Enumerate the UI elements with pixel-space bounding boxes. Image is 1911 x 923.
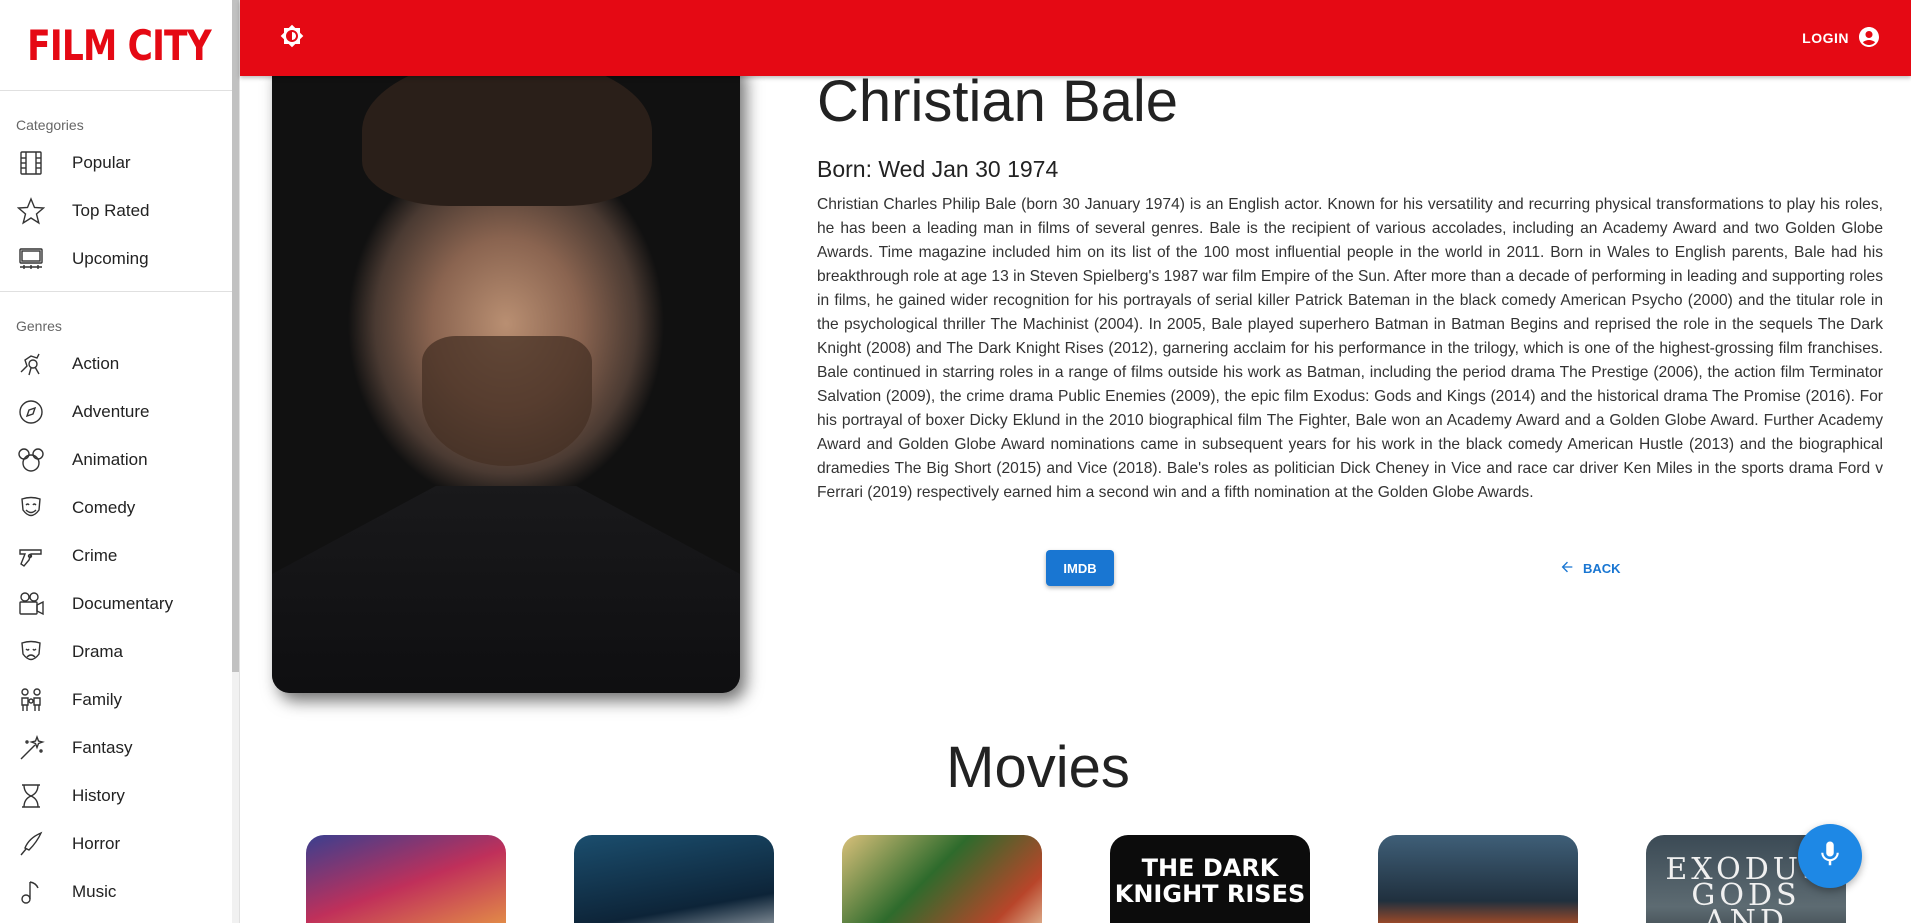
app-logo[interactable]: FILM CITY [28, 21, 213, 70]
genres-heading: Genres [16, 318, 62, 334]
genre-item-label: History [72, 786, 125, 805]
actor-name: Christian Bale [817, 76, 1179, 134]
back-label: BACK [1583, 560, 1621, 576]
categories-heading: Categories [16, 117, 84, 133]
movie-poster[interactable] [1378, 835, 1578, 923]
category-item-label: Popular [72, 153, 131, 172]
microphone-icon [1815, 839, 1845, 874]
sidebar-scrollbar[interactable] [232, 0, 239, 923]
category-item-label: Upcoming [72, 249, 149, 268]
logo-container: FILM CITY [0, 0, 239, 91]
movie-poster[interactable]: THE DARK KNIGHT RISES [1110, 835, 1310, 923]
genre-item-drama[interactable]: Drama [0, 628, 239, 676]
genre-item-history[interactable]: History [0, 772, 239, 820]
top-app-bar: LOGIN [240, 0, 1911, 76]
login-label: LOGIN [1802, 30, 1849, 46]
genre-item-family[interactable]: Family [0, 676, 239, 724]
genre-item-label: Fantasy [72, 738, 133, 757]
main-content: Christian Bale Born: Wed Jan 30 1974 Chr… [240, 76, 1911, 923]
sidebar: FILM CITY Categories Popular Top Rated Upc… [0, 0, 240, 923]
genre-item-action[interactable]: Action [0, 340, 239, 388]
genre-item-fantasy[interactable]: Fantasy [0, 724, 239, 772]
photo-hair-shape [362, 76, 652, 206]
compass-icon [16, 397, 46, 427]
arrow-back-icon [1559, 559, 1583, 578]
genre-item-label: Crime [72, 546, 118, 565]
music-note-icon [16, 877, 46, 907]
genre-item-label: Music [72, 882, 117, 901]
actor-photo [272, 76, 740, 693]
movie-poster-title: THE DARK KNIGHT RISES [1114, 854, 1306, 908]
genre-item-crime[interactable]: Crime [0, 532, 239, 580]
magic-wand-icon [16, 733, 46, 763]
movie-poster[interactable] [842, 835, 1042, 923]
genre-item-label: Family [72, 690, 123, 709]
genre-item-label: Animation [72, 450, 148, 469]
genre-item-label: Comedy [72, 498, 136, 517]
movies-poster-row: THE DARK KNIGHT RISESEXODUS GODS AND KIN… [306, 835, 1846, 923]
actor-birthdate: Born: Wed Jan 30 1974 [817, 156, 1059, 182]
login-button[interactable]: LOGIN [1802, 25, 1881, 52]
back-button[interactable]: BACK [1559, 550, 1621, 586]
movies-heading: Movies [946, 735, 1130, 800]
genre-item-adventure[interactable]: Adventure [0, 388, 239, 436]
genre-item-label: Drama [72, 642, 124, 661]
genres-list: Action Adventure Animation Comedy Crime Docum… [0, 340, 239, 916]
sidebar-scrollbar-thumb[interactable] [232, 0, 239, 672]
knife-icon [16, 829, 46, 859]
genre-item-animation[interactable]: Animation [0, 436, 239, 484]
film-icon [16, 148, 46, 178]
mouse-ears-icon [16, 445, 46, 475]
action-buttons: IMDB BACK [817, 550, 1883, 610]
account-circle-icon [1849, 25, 1881, 52]
genre-item-music[interactable]: Music [0, 868, 239, 916]
theme-toggle-button[interactable] [278, 24, 306, 52]
genre-item-comedy[interactable]: Comedy [0, 484, 239, 532]
photo-shirt-shape [272, 486, 740, 693]
comedy-mask-icon [16, 493, 46, 523]
category-item-top-rated[interactable]: Top Rated [0, 187, 239, 235]
photo-beard-shape [422, 336, 592, 466]
genre-item-label: Horror [72, 834, 121, 853]
camera-icon [16, 589, 46, 619]
actor-info: Christian Bale Born: Wed Jan 30 1974 Chr… [817, 76, 1883, 610]
star-icon [16, 196, 46, 226]
category-item-popular[interactable]: Popular [0, 139, 239, 187]
category-item-upcoming[interactable]: Upcoming [0, 235, 239, 283]
genre-item-horror[interactable]: Horror [0, 820, 239, 868]
brightness-icon [280, 24, 304, 53]
sidebar-divider [0, 291, 239, 292]
voice-search-button[interactable] [1798, 824, 1862, 888]
hourglass-icon [16, 781, 46, 811]
action-icon [16, 349, 46, 379]
movie-poster[interactable] [574, 835, 774, 923]
gun-icon [16, 541, 46, 571]
theater-icon [16, 244, 46, 274]
genre-item-label: Action [72, 354, 120, 373]
genre-item-documentary[interactable]: Documentary [0, 580, 239, 628]
category-item-label: Top Rated [72, 201, 150, 220]
imdb-button[interactable]: IMDB [1046, 550, 1114, 586]
drama-mask-icon [16, 637, 46, 667]
actor-biography: Christian Charles Philip Bale (born 30 J… [817, 196, 1883, 501]
categories-list: Popular Top Rated Upcoming [0, 139, 239, 283]
genre-item-label: Adventure [72, 402, 150, 421]
family-icon [16, 685, 46, 715]
movie-poster[interactable] [306, 835, 506, 923]
genre-item-label: Documentary [72, 594, 174, 613]
